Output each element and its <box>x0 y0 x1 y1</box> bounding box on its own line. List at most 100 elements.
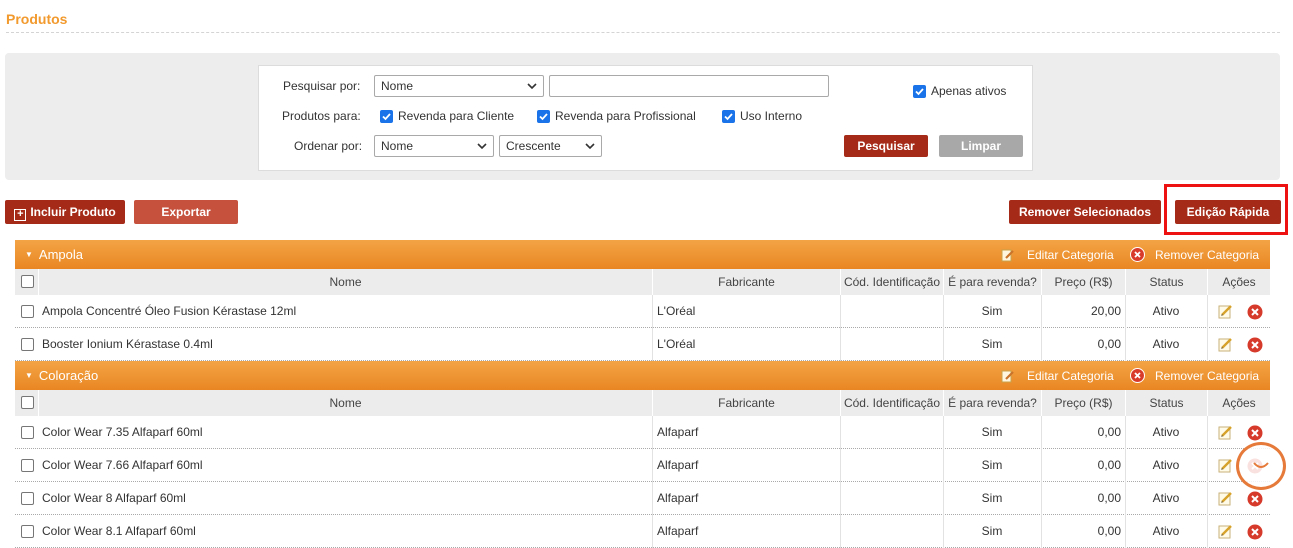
column-manufacturer[interactable]: Fabricante <box>652 269 840 295</box>
check-icon <box>915 88 924 96</box>
product-price: 0,00 <box>1097 524 1121 538</box>
column-manufacturer[interactable]: Fabricante <box>652 390 840 416</box>
remove-x-icon[interactable] <box>1130 247 1145 262</box>
order-by-label: Ordenar por: <box>294 139 363 153</box>
export-button[interactable]: Exportar <box>134 200 238 224</box>
order-by-select[interactable]: Nome <box>374 135 494 157</box>
product-resale: Sim <box>981 425 1003 439</box>
product-name: Booster Ionium Kérastase 0.4ml <box>42 337 213 351</box>
product-resale: Sim <box>981 304 1003 318</box>
caret-down-icon: ▼ <box>25 371 33 380</box>
plus-icon: + <box>14 209 27 221</box>
delete-x-icon[interactable] <box>1247 337 1263 353</box>
search-by-select[interactable]: Nome <box>374 75 544 97</box>
product-code <box>843 295 941 328</box>
column-code[interactable]: Cód. Identificação <box>840 269 943 295</box>
product-manufacturer: L'Oréal <box>657 304 696 318</box>
check-icon <box>539 113 548 121</box>
column-name[interactable]: Nome <box>38 390 652 416</box>
edit-pencil-icon[interactable] <box>1217 424 1234 441</box>
column-status[interactable]: Status <box>1125 269 1207 295</box>
product-manufacturer: Alfaparf <box>657 491 699 505</box>
product-name: Color Wear 8 Alfaparf 60ml <box>42 491 186 505</box>
remove-x-icon[interactable] <box>1130 368 1145 383</box>
product-code <box>843 515 941 548</box>
filter-box: Pesquisar por: Nome Apenas ativos Produt… <box>258 65 1033 171</box>
add-product-button[interactable]: + Incluir Produto <box>5 200 125 224</box>
category-header-ampola: ▼ Ampola Editar Categoria Remover Categor… <box>15 240 1270 269</box>
column-status[interactable]: Status <box>1125 390 1207 416</box>
title-divider <box>6 32 1280 33</box>
edit-category-link[interactable]: Editar Categoria <box>1027 369 1114 383</box>
category-title[interactable]: ▼ Coloração <box>25 368 98 383</box>
only-active-label: Apenas ativos <box>931 84 1007 98</box>
edit-pencil-icon[interactable] <box>1217 523 1234 540</box>
product-resale: Sim <box>981 458 1003 472</box>
products-for-label: Produtos para: <box>282 109 361 123</box>
category-title[interactable]: ▼ Ampola <box>25 247 83 262</box>
delete-x-icon[interactable] <box>1247 491 1263 507</box>
remove-category-link[interactable]: Remover Categoria <box>1155 248 1259 262</box>
order-direction-value: Crescente <box>506 139 561 153</box>
table-column-header: Nome Fabricante Cód. Identificação É par… <box>15 269 1270 295</box>
order-direction-select[interactable]: Crescente <box>499 135 602 157</box>
delete-x-icon[interactable] <box>1247 304 1263 320</box>
row-checkbox[interactable] <box>21 305 34 318</box>
search-input[interactable] <box>549 75 829 97</box>
delete-x-icon[interactable] <box>1247 524 1263 540</box>
category-name: Coloração <box>38 368 99 383</box>
edit-pencil-icon[interactable] <box>1217 490 1234 507</box>
select-all-checkbox[interactable] <box>21 396 34 409</box>
product-code <box>843 328 941 361</box>
remove-selected-button[interactable]: Remover Selecionados <box>1009 200 1161 224</box>
product-status: Ativo <box>1152 425 1180 439</box>
row-checkbox[interactable] <box>21 338 34 351</box>
edit-pencil-icon[interactable] <box>1217 457 1234 474</box>
table-row: Color Wear 7.35 Alfaparf 60ml Alfaparf S… <box>15 416 1270 449</box>
product-manufacturer: Alfaparf <box>657 458 699 472</box>
caret-down-icon: ▼ <box>25 250 33 259</box>
product-name: Color Wear 7.35 Alfaparf 60ml <box>42 425 203 439</box>
quick-edit-highlight <box>1164 184 1288 235</box>
column-code[interactable]: Cód. Identificação <box>840 390 943 416</box>
table-column-header: Nome Fabricante Cód. Identificação É par… <box>15 390 1270 416</box>
product-status: Ativo <box>1152 337 1180 351</box>
resale-professional-checkbox[interactable] <box>537 110 550 123</box>
edit-pencil-icon[interactable] <box>1217 303 1234 320</box>
product-code <box>843 416 941 449</box>
product-price: 0,00 <box>1097 337 1121 351</box>
product-price: 0,00 <box>1097 458 1121 472</box>
column-resale[interactable]: É para revenda? <box>943 390 1041 416</box>
column-price[interactable]: Preço (R$) <box>1041 390 1125 416</box>
search-by-value: Nome <box>381 79 414 93</box>
category-header-coloracao: ▼ Coloração Editar Categoria Remover Cate… <box>15 361 1270 390</box>
product-status: Ativo <box>1152 458 1180 472</box>
row-checkbox[interactable] <box>21 426 34 439</box>
internal-use-checkbox[interactable] <box>722 110 735 123</box>
product-manufacturer: Alfaparf <box>657 425 699 439</box>
row-checkbox[interactable] <box>21 459 34 472</box>
row-checkbox[interactable] <box>21 492 34 505</box>
chat-bubble-icon <box>1253 462 1269 468</box>
search-by-label: Pesquisar por: <box>283 79 361 93</box>
column-price[interactable]: Preço (R$) <box>1041 269 1125 295</box>
filter-panel: Pesquisar por: Nome Apenas ativos Produt… <box>5 53 1280 180</box>
chevron-down-icon <box>477 143 487 150</box>
edit-pencil-icon[interactable] <box>1217 336 1234 353</box>
search-button[interactable]: Pesquisar <box>844 135 928 157</box>
pencil-icon[interactable] <box>1001 248 1015 262</box>
select-all-checkbox[interactable] <box>21 275 34 288</box>
check-icon <box>724 113 733 121</box>
chat-widget-button[interactable] <box>1236 442 1286 490</box>
column-resale[interactable]: É para revenda? <box>943 269 1041 295</box>
clear-button[interactable]: Limpar <box>939 135 1023 157</box>
delete-x-icon[interactable] <box>1247 425 1263 441</box>
column-name[interactable]: Nome <box>38 269 652 295</box>
pencil-icon[interactable] <box>1001 369 1015 383</box>
check-icon <box>382 113 391 121</box>
edit-category-link[interactable]: Editar Categoria <box>1027 248 1114 262</box>
remove-category-link[interactable]: Remover Categoria <box>1155 369 1259 383</box>
row-checkbox[interactable] <box>21 525 34 538</box>
only-active-checkbox[interactable] <box>913 85 926 98</box>
resale-client-checkbox[interactable] <box>380 110 393 123</box>
